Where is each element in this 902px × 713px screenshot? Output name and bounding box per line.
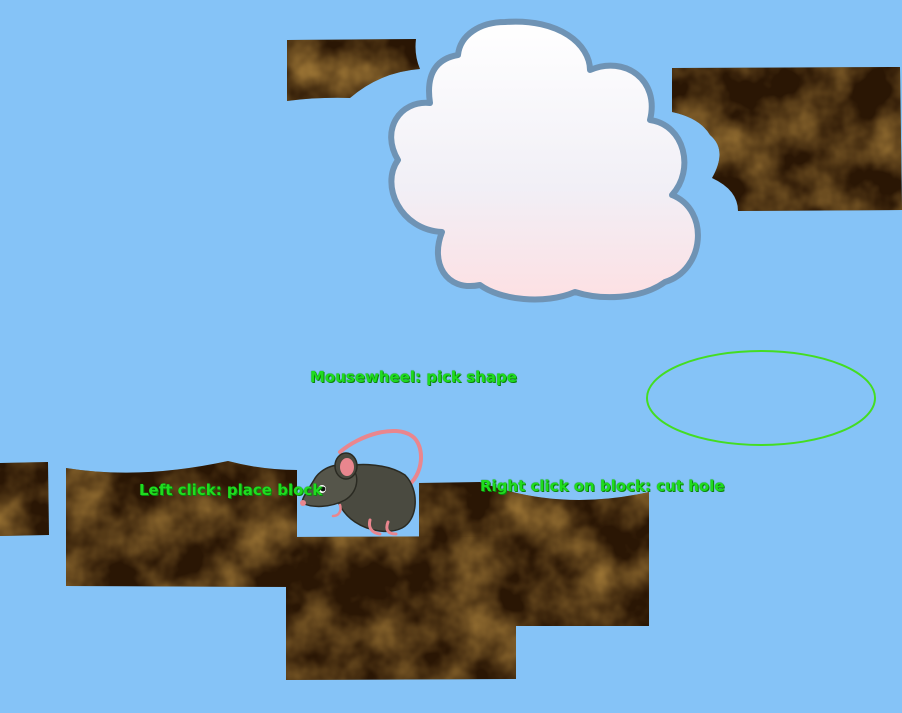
dirt-block[interactable] [60, 455, 305, 595]
dirt-block[interactable] [280, 34, 430, 109]
dirt-block[interactable] [0, 455, 55, 545]
hint-mousewheel: Mousewheel: pick shape [310, 368, 517, 386]
game-world[interactable] [0, 0, 902, 713]
dirt-block[interactable] [280, 530, 525, 690]
hint-right-click: Right click on block: cut hole [480, 477, 725, 495]
shape-cursor[interactable] [646, 350, 876, 446]
game-canvas[interactable]: Mousewheel: pick shape Left click: place… [0, 0, 902, 713]
hint-left-click: Left click: place block [139, 481, 323, 499]
cloud [388, 18, 701, 303]
dirt-block[interactable] [665, 60, 902, 220]
